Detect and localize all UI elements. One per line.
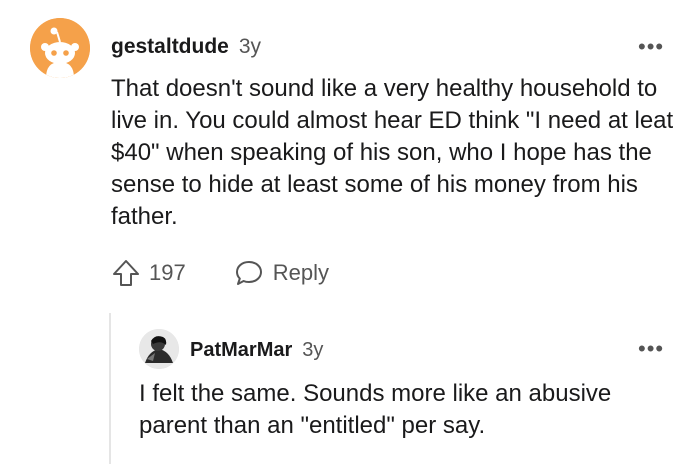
comment-author[interactable]: gestaltdude bbox=[111, 35, 229, 59]
user-avatar[interactable] bbox=[30, 18, 90, 78]
reply-user-avatar[interactable] bbox=[139, 329, 179, 369]
reply-author[interactable]: PatMarMar bbox=[190, 339, 292, 362]
reply-label: Reply bbox=[272, 260, 329, 285]
vote-count: 197 bbox=[149, 260, 186, 285]
speech-bubble-icon bbox=[235, 261, 262, 285]
thread-line[interactable] bbox=[109, 313, 111, 464]
more-options-button[interactable]: ••• bbox=[638, 36, 664, 58]
upvote-arrow-icon bbox=[113, 260, 139, 286]
comment-actions: 197 Reply bbox=[111, 258, 329, 288]
reply-age: 3y bbox=[302, 339, 324, 361]
reply-button[interactable]: Reply bbox=[234, 259, 329, 287]
reply-header: PatMarMar 3y bbox=[190, 339, 323, 362]
reddit-alien-icon bbox=[30, 18, 90, 78]
reply-more-options-button[interactable]: ••• bbox=[638, 338, 664, 360]
comment-header: gestaltdude 3y bbox=[111, 35, 261, 59]
reply-body: I felt the same. Sounds more like an abu… bbox=[139, 380, 612, 439]
upvote-button[interactable]: 197 bbox=[111, 258, 186, 288]
user-photo-icon bbox=[139, 329, 179, 369]
comment-age: 3y bbox=[238, 35, 262, 58]
comment-thread: gestaltdude 3y ••• That doesn't sound li… bbox=[0, 0, 700, 464]
comment-body: That doesn't sound like a very healthy h… bbox=[111, 75, 674, 230]
